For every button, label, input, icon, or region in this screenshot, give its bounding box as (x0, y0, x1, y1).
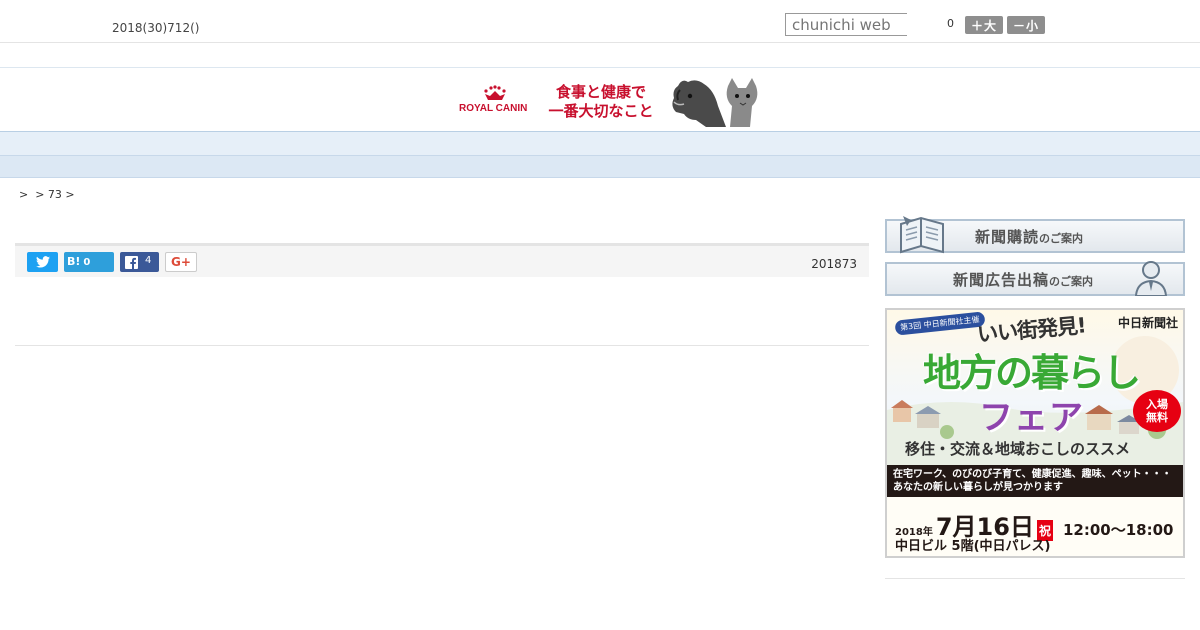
current-date: 2018(30)712() (112, 21, 200, 35)
header-band (0, 44, 1200, 68)
fair-title-line2: フェア (979, 398, 1084, 438)
hatena-bookmark-icon: B! (67, 255, 81, 268)
fair-time: 12:00〜18:00 (1062, 521, 1174, 539)
subscribe-info-button[interactable]: 新聞購読のご案内 (885, 216, 1185, 254)
newspaper-icon (900, 216, 944, 254)
advertise-sub: のご案内 (1049, 274, 1094, 288)
fair-title-line1: 地方の暮らし (923, 351, 1141, 395)
sub-nav (0, 156, 1200, 178)
search-input[interactable] (785, 13, 907, 36)
google-plus-share-button[interactable]: G+ (165, 252, 197, 272)
subscribe-label: 新聞購読のご案内 (975, 226, 1083, 247)
font-larger-button[interactable]: ＋大 (965, 16, 1003, 34)
article-divider (15, 345, 869, 346)
facebook-count: 4 (145, 255, 152, 266)
advertise-label: 新聞広告出稿のご案内 (953, 269, 1093, 290)
facebook-icon (125, 255, 138, 269)
royal-canin-banner[interactable]: ROYAL CANIN 食事と健康で 一番大切なこと (456, 76, 762, 127)
banner-copy-line1: 食事と健康で (555, 82, 646, 101)
brand-name: ROYAL CANIN (459, 103, 528, 114)
font-smaller-button[interactable]: －小 (1007, 16, 1045, 34)
hatena-count: 0 (83, 256, 91, 268)
royal-canin-logo: ROYAL CANIN (456, 76, 536, 127)
sidebar-divider (885, 578, 1185, 579)
top-bar: 2018(30)712() 0 ＋大 －小 (0, 0, 1200, 43)
breadcrumb[interactable]: > > 73 > (19, 188, 75, 201)
twitter-icon (35, 256, 50, 268)
fair-description-line1: 在宅ワーク、のびのび子育て、健康促進、趣味、ペット・・・ (893, 469, 1172, 480)
published-date: 201873 (811, 257, 857, 271)
facebook-share-button[interactable]: 4 (120, 252, 159, 272)
fair-venue: 中日ビル 5階(中日パレス) (895, 539, 1051, 554)
free-badge-line1: 入場 (1146, 398, 1168, 411)
hatena-bookmark-button[interactable]: B! 0 (64, 252, 114, 272)
advertise-info-button[interactable]: 新聞広告出稿のご案内 (885, 261, 1185, 296)
global-nav (0, 131, 1200, 156)
dog-and-cat-image (666, 76, 762, 127)
twitter-share-button[interactable] (27, 252, 58, 272)
local-living-fair-ad[interactable]: 第3回 中日新聞社主催 いい街発見! 中日新聞社 地方の暮らし フェア 入場 無… (885, 308, 1185, 558)
free-admission-badge: 入場 無料 (1133, 390, 1181, 432)
subscribe-main: 新聞購読 (975, 227, 1040, 246)
fair-description: 在宅ワーク、のびのび子育て、健康促進、趣味、ペット・・・ あなたの新しい暮らしが… (887, 465, 1183, 497)
subscribe-sub: のご案内 (1039, 231, 1084, 245)
fair-publisher: 中日新聞社 (1117, 316, 1178, 330)
fair-description-line2: あなたの新しい暮らしが見つかります (893, 482, 1063, 493)
town-illustration: 第3回 中日新聞社主催 いい街発見! 中日新聞社 地方の暮らし フェア 入場 無… (887, 310, 1183, 465)
businessman-icon (1134, 261, 1168, 296)
fair-subtitle: 移住・交流＆地域おこしのススメ (905, 440, 1131, 458)
free-badge-line2: 無料 (1146, 411, 1168, 424)
share-bar: B! 0 4 G+ 201873 (15, 243, 869, 277)
banner-copy: 食事と健康で 一番大切なこと (536, 83, 666, 121)
font-size-count: 0 (947, 17, 954, 30)
advertise-main: 新聞広告出稿 (953, 270, 1050, 289)
crown-icon (484, 85, 506, 100)
banner-copy-line2: 一番大切なこと (548, 101, 654, 120)
